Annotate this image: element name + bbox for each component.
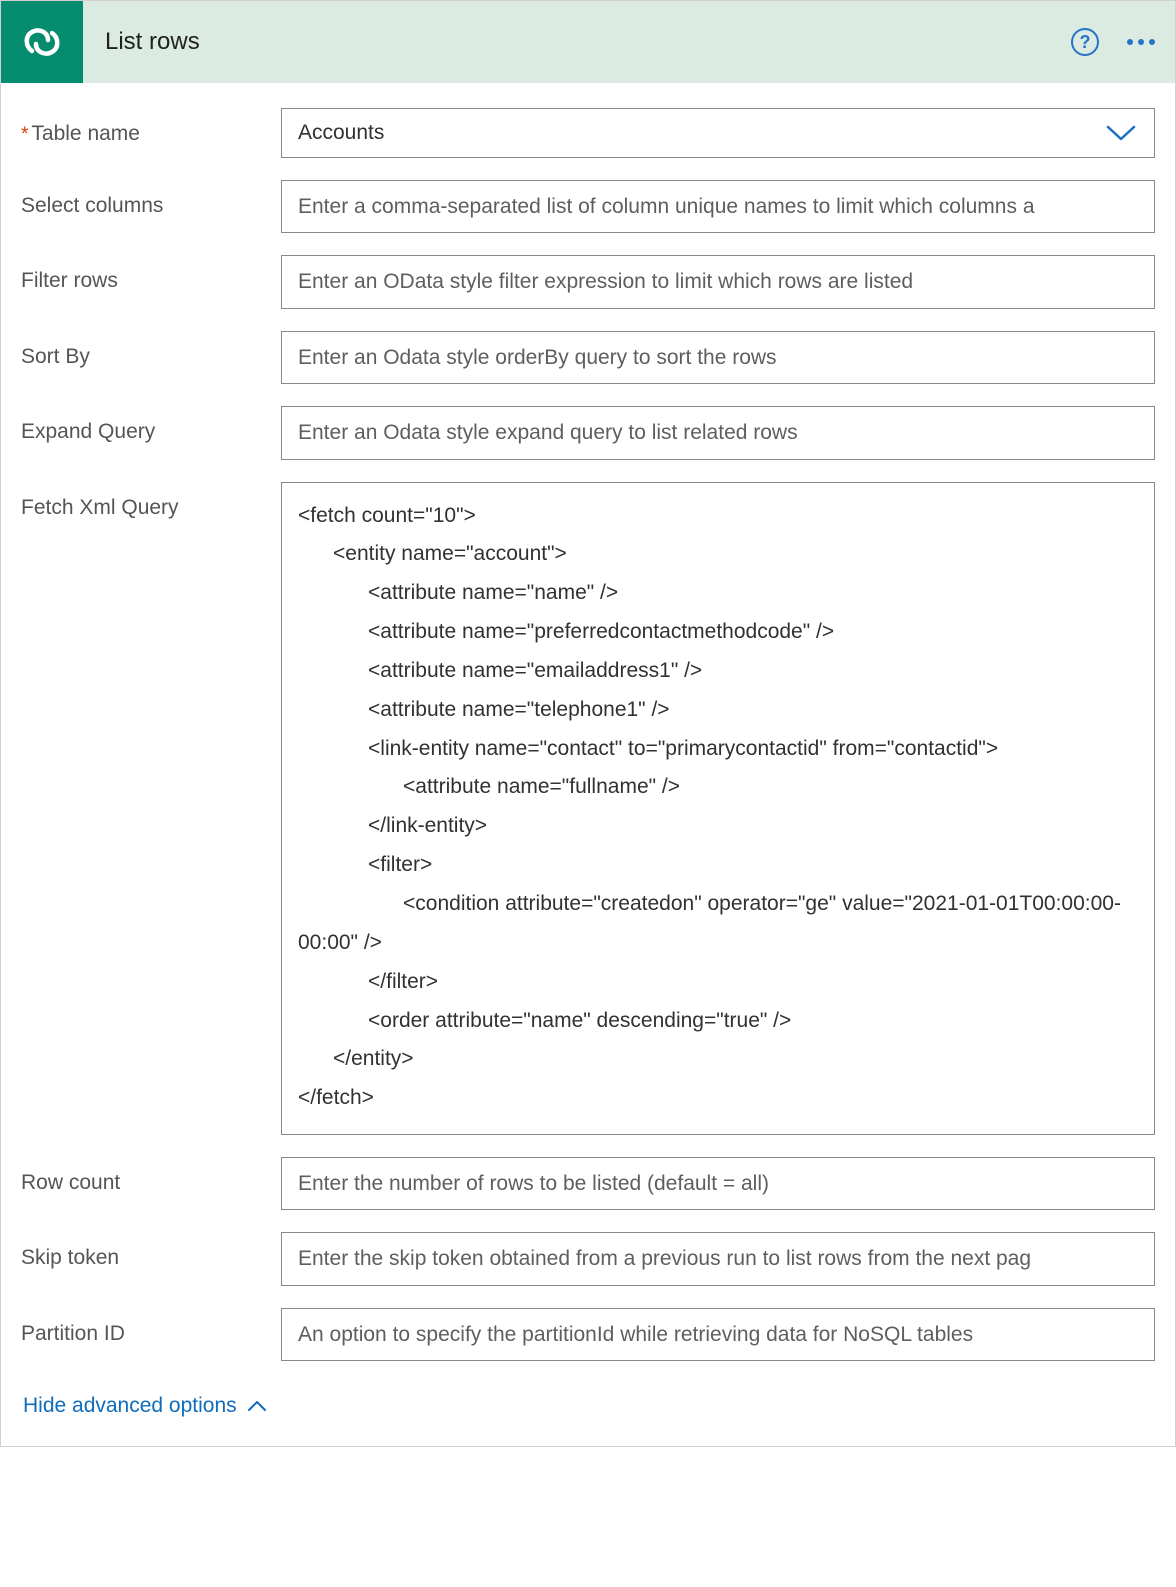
row-fetch-xml: Fetch Xml Query <fetch count="10"> <enti… xyxy=(21,482,1155,1136)
row-expand-query: Expand Query xyxy=(21,406,1155,459)
hide-advanced-label: Hide advanced options xyxy=(23,1394,237,1418)
card-body: Table name Accounts Select columns Filte… xyxy=(1,83,1175,1446)
row-filter-rows: Filter rows xyxy=(21,255,1155,308)
partition-id-input[interactable] xyxy=(281,1308,1155,1361)
skip-token-input[interactable] xyxy=(281,1232,1155,1285)
chevron-down-icon xyxy=(1105,123,1137,143)
label-filter-rows: Filter rows xyxy=(21,255,281,294)
table-name-select[interactable]: Accounts xyxy=(281,108,1155,158)
list-rows-card: List rows ? Table name Accounts Select c… xyxy=(0,0,1176,1447)
label-skip-token: Skip token xyxy=(21,1232,281,1271)
row-row-count: Row count xyxy=(21,1157,1155,1210)
chevron-up-icon xyxy=(247,1400,267,1412)
label-fetch-xml: Fetch Xml Query xyxy=(21,482,281,521)
label-table-name: Table name xyxy=(21,108,281,148)
dataverse-icon xyxy=(1,1,83,83)
card-title: List rows xyxy=(105,28,200,56)
label-partition-id: Partition ID xyxy=(21,1308,281,1347)
header-actions: ? xyxy=(1071,28,1155,56)
select-columns-input[interactable] xyxy=(281,180,1155,233)
table-name-value: Accounts xyxy=(281,108,1155,158)
row-table-name: Table name Accounts xyxy=(21,108,1155,158)
expand-query-input[interactable] xyxy=(281,406,1155,459)
row-skip-token: Skip token xyxy=(21,1232,1155,1285)
hide-advanced-options-link[interactable]: Hide advanced options xyxy=(21,1369,269,1428)
label-expand-query: Expand Query xyxy=(21,406,281,445)
row-select-columns: Select columns xyxy=(21,180,1155,233)
help-icon[interactable]: ? xyxy=(1071,28,1099,56)
label-sort-by: Sort By xyxy=(21,331,281,370)
row-count-input[interactable] xyxy=(281,1157,1155,1210)
card-header: List rows ? xyxy=(1,1,1175,83)
label-row-count: Row count xyxy=(21,1157,281,1196)
filter-rows-input[interactable] xyxy=(281,255,1155,308)
label-select-columns: Select columns xyxy=(21,180,281,219)
row-partition-id: Partition ID xyxy=(21,1308,1155,1361)
more-icon[interactable] xyxy=(1127,33,1155,51)
row-sort-by: Sort By xyxy=(21,331,1155,384)
fetch-xml-input[interactable]: <fetch count="10"> <entity name="account… xyxy=(281,482,1155,1136)
sort-by-input[interactable] xyxy=(281,331,1155,384)
